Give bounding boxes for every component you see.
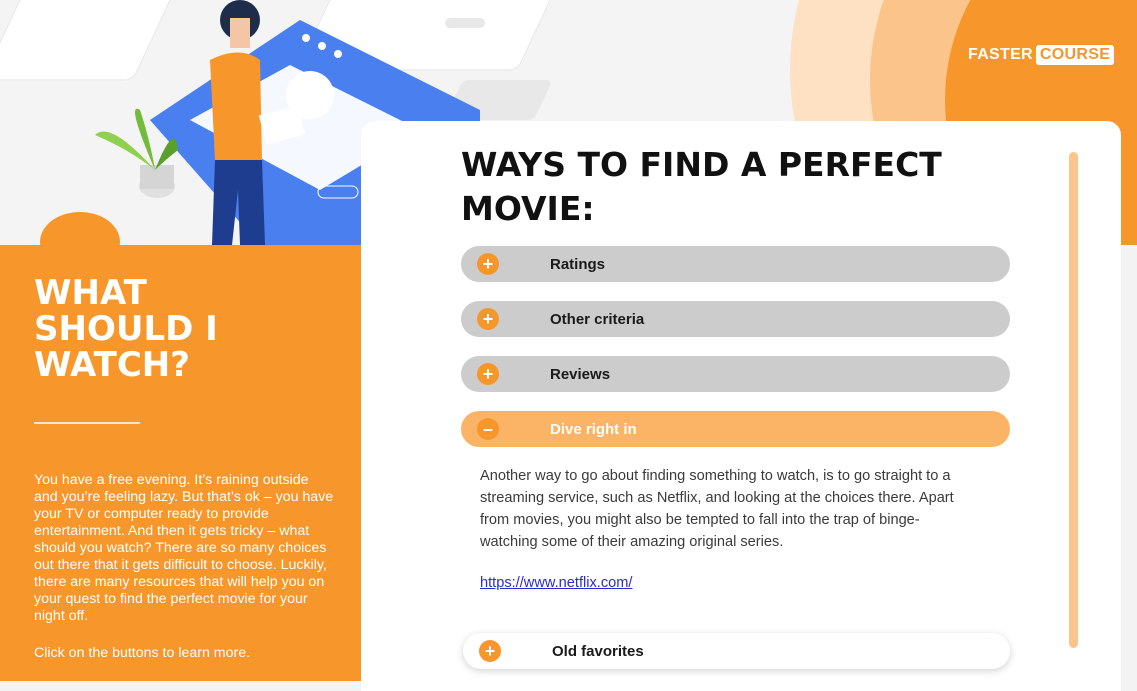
intro-title-line: WHAT <box>34 273 147 313</box>
accordion-content: Another way to go about finding somethin… <box>480 468 954 550</box>
accordion-label: Ratings <box>550 255 606 273</box>
divider <box>34 422 140 424</box>
accordion-item-reviews[interactable]: + Reviews <box>461 356 1010 392</box>
minus-icon: – <box>477 418 499 440</box>
intro-title: WHAT SHOULD I WATCH? <box>34 275 334 383</box>
brand-logo: FASTER COURSE <box>968 45 1115 65</box>
intro-text: You have a free evening. It’s raining ou… <box>34 472 334 624</box>
accordion-item-ratings[interactable]: + Ratings <box>461 246 1010 282</box>
card-title-line: WAYS TO FIND A PERFECT <box>461 145 942 184</box>
brand-logo-part1: FASTER <box>968 46 1033 63</box>
accordion-item-dive-right-in[interactable]: – Dive right in <box>461 411 1010 447</box>
brand-logo-part2: COURSE <box>1035 45 1115 65</box>
plus-icon: + <box>477 308 499 330</box>
plus-icon: + <box>477 253 499 275</box>
accordion-item-other-criteria[interactable]: + Other criteria <box>461 301 1010 337</box>
plus-icon: + <box>477 363 499 385</box>
accordion-label: Dive right in <box>550 420 637 438</box>
card-title-line: MOVIE: <box>461 189 595 228</box>
accordion-label: Other criteria <box>550 310 645 328</box>
intro-title-line: SHOULD I <box>34 309 218 349</box>
netflix-link[interactable]: https://www.netflix.com/ <box>480 575 632 591</box>
scrollbar[interactable] <box>1069 152 1078 648</box>
intro-title-line: WATCH? <box>34 345 190 385</box>
content-card: WAYS TO FIND A PERFECT MOVIE: + Ratings … <box>361 121 1121 691</box>
accordion-label: Old favorites <box>552 642 644 660</box>
card-title: WAYS TO FIND A PERFECT MOVIE: <box>461 143 961 231</box>
plus-icon: + <box>479 640 501 662</box>
accordion-label: Reviews <box>550 365 611 383</box>
accordion-item-old-favorites[interactable]: + Old favorites <box>463 633 1010 669</box>
intro-cta: Click on the buttons to learn more. <box>34 645 251 661</box>
intro-panel: WHAT SHOULD I WATCH? You have a free eve… <box>0 245 361 681</box>
